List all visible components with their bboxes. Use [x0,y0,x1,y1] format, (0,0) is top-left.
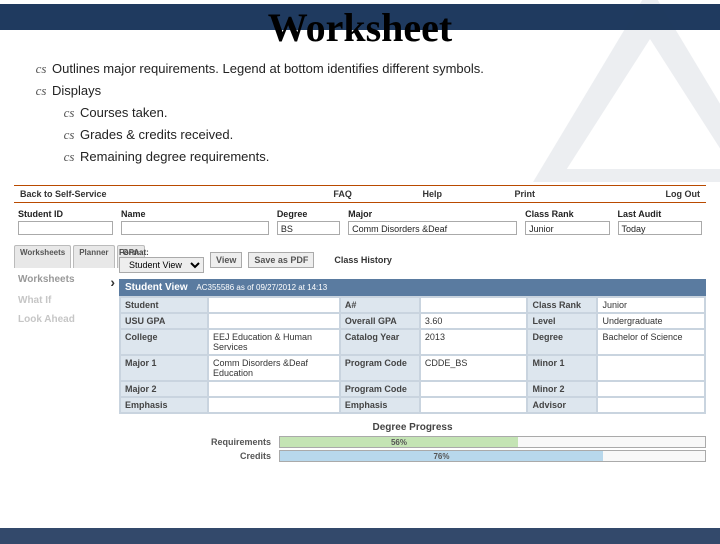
student-id-input[interactable] [18,221,113,235]
slide-bottom-bar [0,528,720,544]
bullet-icon: cs [58,127,80,143]
side-nav-what-if[interactable]: What If [14,291,119,310]
chevron-right-icon: › [110,274,115,290]
degreeworks-screenshot: Back to Self-Service FAQ Help Print Log … [14,185,706,464]
val-usu-gpa [208,313,340,329]
page-title: Worksheet [0,4,720,51]
lbl-minor2: Minor 2 [527,381,597,397]
requirements-progress-fill: 56% [280,437,518,447]
val-program-code: CDDE_BS [420,355,528,381]
degree-progress-title: Degree Progress [119,422,706,433]
sub-bullet: cs Remaining degree requirements. [58,149,690,165]
field-last-audit: Last Audit Today [614,207,706,237]
lbl-emphasis: Emphasis [120,397,208,413]
lbl-program-code-2: Program Code [340,381,420,397]
nav-print[interactable]: Print [478,186,572,203]
sub-bullet: cs Courses taken. [58,105,690,121]
last-audit-value: Today [618,221,702,235]
val-emphasis-2 [420,397,528,413]
val-advisor [597,397,705,413]
bullet-icon: cs [30,61,52,77]
val-anumber [420,297,528,313]
view-button[interactable]: View [210,252,242,268]
bullet-icon: cs [58,105,80,121]
lbl-student: Student [120,297,208,313]
val-major1: Comm Disorders &Deaf Education [208,355,340,381]
lbl-degree: Degree [527,329,597,355]
class-rank-value: Junior [525,221,609,235]
val-level: Undergraduate [597,313,705,329]
progress-credits: Credits 76% [119,450,706,462]
credits-progress-bar: 76% [279,450,706,462]
student-info-grid: Student A# Class Rank Junior USU GPA Ove… [119,296,706,414]
degree-select[interactable]: BS [277,221,340,235]
bullet-icon: cs [58,149,80,165]
val-degree: Bachelor of Science [597,329,705,355]
val-overall-gpa: 3.60 [420,313,528,329]
lbl-catalog-year: Catalog Year [340,329,420,355]
field-major: Major Comm Disorders &Deaf [344,207,521,237]
val-student [208,297,340,313]
val-major2 [208,381,340,397]
field-degree: Degree BS [273,207,344,237]
val-college: EEJ Education & Human Services [208,329,340,355]
bullet-icon: cs [30,83,52,99]
nav-back[interactable]: Back to Self-Service [14,186,299,203]
requirements-progress-bar: 56% [279,436,706,448]
tab-planner[interactable]: Planner [73,245,114,268]
val-minor1 [597,355,705,381]
nav-help[interactable]: Help [387,186,478,203]
top-nav: Back to Self-Service FAQ Help Print Log … [14,185,706,203]
tab-worksheets[interactable]: Worksheets [14,245,71,268]
lbl-college: College [120,329,208,355]
side-nav-worksheets[interactable]: Worksheets › [14,268,119,291]
bullet-outline: cs Outlines major requirements. Legend a… [30,61,690,77]
lbl-major2: Major 2 [120,381,208,397]
field-name: Name [117,207,273,237]
val-minor2 [597,381,705,397]
class-history-link[interactable]: Class History [334,255,392,265]
nav-logout[interactable]: Log Out [572,186,706,203]
lbl-level: Level [527,313,597,329]
view-banner: Student View AC355586 as of 09/27/2012 a… [119,279,706,296]
lbl-advisor: Advisor [527,397,597,413]
val-rank: Junior [597,297,705,313]
val-emphasis [208,397,340,413]
lbl-rank: Class Rank [527,297,597,313]
val-program-code-2 [420,381,528,397]
side-nav-look-ahead[interactable]: Look Ahead [14,310,119,329]
lbl-emphasis-2: Emphasis [340,397,420,413]
field-class-rank: Class Rank Junior [521,207,613,237]
progress-requirements: Requirements 56% [119,436,706,448]
field-student-id: Student ID [14,207,117,237]
lbl-overall-gpa: Overall GPA [340,313,420,329]
lbl-program-code: Program Code [340,355,420,381]
nav-faq[interactable]: FAQ [299,186,387,203]
save-pdf-button[interactable]: Save as PDF [248,252,314,268]
sub-bullet: cs Grades & credits received. [58,127,690,143]
credits-progress-fill: 76% [280,451,603,461]
format-label: Format: [119,248,149,257]
lbl-usu-gpa: USU GPA [120,313,208,329]
lbl-anumber: A# [340,297,420,313]
major-value: Comm Disorders &Deaf [348,221,517,235]
lbl-minor1: Minor 1 [527,355,597,381]
format-select[interactable]: Student View [119,257,204,273]
name-input[interactable] [121,221,269,235]
bullet-displays: cs Displays [30,83,690,99]
val-catalog-year: 2013 [420,329,528,355]
lbl-major1: Major 1 [120,355,208,381]
